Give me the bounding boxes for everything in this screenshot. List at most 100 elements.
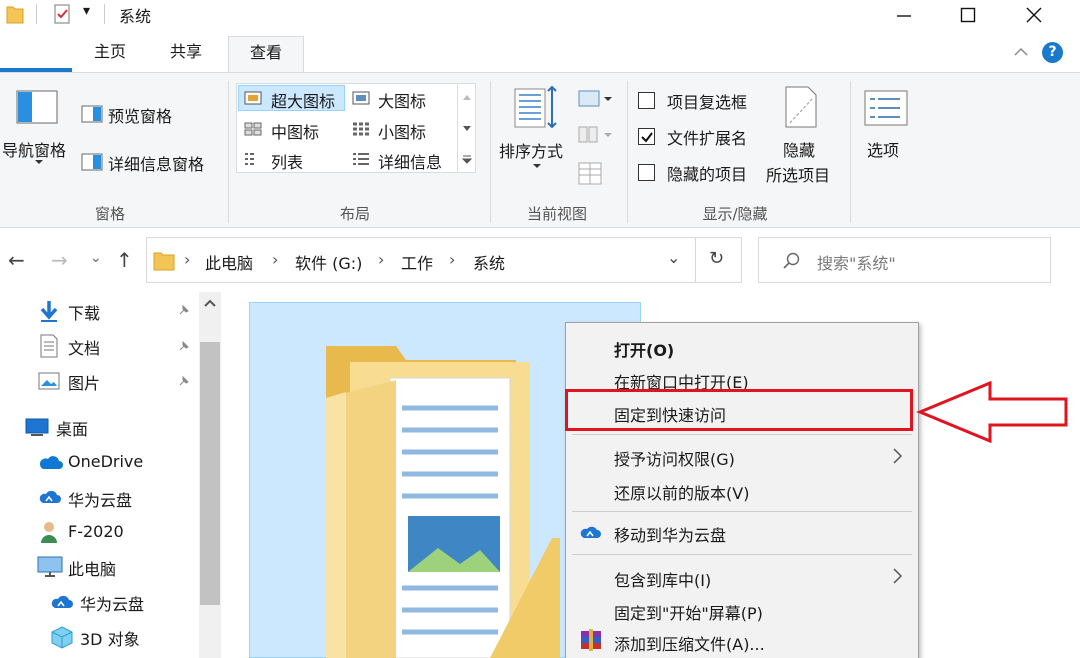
ribbon-tab-row: 文件 主页 共享 查看 ? [0, 32, 1080, 102]
layout-large-icons[interactable]: 大图标 [378, 88, 426, 112]
menu-separator [572, 554, 912, 555]
minimize-icon [897, 15, 911, 17]
tab-home[interactable]: 主页 [84, 36, 136, 72]
minimize-button[interactable] [874, 0, 934, 30]
layout-details[interactable]: 详细信息 [378, 149, 442, 173]
menu-item-give-access[interactable]: 授予访问权限(G) [614, 446, 735, 470]
submenu-arrow-icon [893, 568, 903, 584]
breadcrumb-drive[interactable]: 软件 (G:) [295, 250, 362, 274]
downloads-icon [40, 301, 58, 322]
onedrive-icon [39, 456, 63, 469]
layout-list[interactable]: 列表 [271, 149, 303, 173]
preview-pane-button[interactable]: 预览窗格 [108, 103, 172, 127]
gallery-expand-icon[interactable] [462, 155, 472, 165]
tab-view[interactable]: 查看 [228, 36, 304, 72]
user-folder-icon [41, 522, 57, 543]
collapse-ribbon-icon[interactable] [1013, 46, 1029, 58]
submenu-arrow-icon [893, 448, 903, 464]
options-button[interactable]: 选项 [867, 137, 899, 161]
menu-item-move-huawei-cloud[interactable]: 移动到华为云盘 [614, 522, 726, 546]
desktop-icon [25, 418, 49, 436]
breadcrumb-separator[interactable]: › [184, 250, 190, 269]
refresh-icon[interactable]: ↻ [709, 248, 724, 269]
medium-icons-icon [244, 122, 262, 136]
recent-locations-button[interactable]: ⌄ [90, 250, 102, 266]
list-icon [245, 153, 254, 165]
address-bar[interactable]: › 此电脑 › 软件 (G:) › 工作 › 系统 ⌄ ↻ [146, 237, 742, 283]
search-box[interactable]: 搜索"系统" [758, 237, 1051, 283]
menu-item-add-archive[interactable]: 添加到压缩文件(A)... [614, 631, 765, 655]
nav-item-this-pc[interactable]: 此电脑 [68, 556, 116, 580]
group-by-icon[interactable] [578, 89, 614, 109]
small-icons-icon [353, 122, 369, 136]
menu-item-restore-versions[interactable]: 还原以前的版本(V) [614, 480, 749, 504]
search-icon [783, 252, 800, 269]
nav-item-user[interactable]: F-2020 [68, 522, 124, 541]
context-menu: 打开(O) 在新窗口中打开(E) 固定到快速访问 授予访问权限(G) 还原以前的… [565, 322, 919, 658]
file-extensions-checkbox[interactable] [638, 128, 655, 145]
layout-extra-large-icons[interactable]: 超大图标 [271, 88, 335, 112]
nav-item-desktop[interactable]: 桌面 [56, 416, 88, 440]
properties-check-icon[interactable] [52, 3, 72, 25]
chevron-down-icon[interactable] [462, 125, 472, 133]
details-pane-button[interactable]: 详细信息窗格 [108, 151, 204, 175]
nav-item-3d-objects[interactable]: 3D 对象 [80, 626, 140, 650]
group-divider [228, 81, 229, 223]
hidden-items-checkbox[interactable] [638, 164, 655, 181]
nav-item-documents[interactable]: 文档 [68, 335, 100, 359]
sort-by-button[interactable]: 排序方式 [499, 138, 563, 162]
breadcrumb-separator[interactable]: › [449, 250, 455, 269]
chevron-up-icon[interactable] [462, 93, 472, 101]
hide-selected-items-button[interactable]: 隐藏 [783, 137, 815, 161]
nav-item-downloads[interactable]: 下载 [68, 300, 100, 324]
breadcrumb-work[interactable]: 工作 [401, 250, 433, 274]
group-label-panes: 窗格 [94, 205, 125, 223]
scroll-up-icon[interactable] [203, 298, 217, 308]
close-button[interactable] [1004, 0, 1064, 30]
menu-item-pin-start[interactable]: 固定到"开始"屏幕(P) [614, 600, 763, 624]
maximize-icon [960, 7, 976, 23]
qat-dropdown-icon[interactable]: ▾ [83, 3, 90, 19]
group-divider [850, 81, 851, 223]
nav-scrollbar-thumb[interactable] [200, 342, 220, 605]
menu-item-include-library[interactable]: 包含到库中(I) [614, 567, 711, 591]
breadcrumb-system[interactable]: 系统 [473, 250, 505, 274]
forward-button[interactable]: → [51, 248, 68, 272]
navigation-pane-button[interactable]: 导航窗格 [2, 137, 66, 161]
nav-item-pictures[interactable]: 图片 [68, 370, 100, 394]
maximize-button[interactable] [938, 0, 998, 30]
layout-small-icons[interactable]: 小图标 [378, 119, 426, 143]
navigation-pane-icon [16, 90, 58, 124]
menu-item-open[interactable]: 打开(O) [614, 337, 674, 361]
menu-separator [572, 511, 912, 512]
layout-medium-icons[interactable]: 中图标 [271, 119, 319, 143]
hide-selected-items-button-line2[interactable]: 所选项目 [766, 162, 830, 186]
nav-item-onedrive[interactable]: OneDrive [68, 452, 143, 471]
layout-gallery-scroller[interactable] [457, 83, 476, 173]
address-dropdown-icon[interactable]: ⌄ [667, 248, 680, 267]
checkmark-icon [641, 132, 653, 143]
nav-item-huawei-cloud[interactable]: 华为云盘 [68, 487, 132, 511]
breadcrumb-this-pc[interactable]: 此电脑 [205, 250, 253, 274]
folder-icon [6, 6, 24, 24]
chevron-down-icon [533, 164, 541, 168]
back-button[interactable]: ← [8, 248, 25, 272]
folder-large-icon[interactable] [320, 338, 566, 658]
breadcrumb-separator[interactable]: › [378, 250, 384, 269]
address-divider [695, 238, 696, 282]
group-label-show-hide: 显示/隐藏 [702, 205, 768, 223]
add-columns-icon[interactable] [578, 125, 614, 145]
breadcrumb-separator[interactable]: › [272, 250, 278, 269]
nav-item-huawei-cloud-pc[interactable]: 华为云盘 [80, 591, 144, 615]
chevron-down-icon [35, 160, 43, 164]
huawei-cloud-icon [51, 595, 73, 608]
pin-icon[interactable] [177, 303, 191, 321]
pin-icon[interactable] [177, 373, 191, 392]
help-icon[interactable]: ? [1042, 42, 1063, 63]
tab-share[interactable]: 共享 [160, 36, 212, 72]
search-input[interactable]: 搜索"系统" [817, 250, 896, 274]
up-button[interactable]: ↑ [116, 248, 133, 272]
pin-icon[interactable] [177, 338, 191, 357]
size-columns-icon[interactable] [578, 161, 604, 187]
item-checkboxes-checkbox[interactable] [638, 92, 655, 109]
